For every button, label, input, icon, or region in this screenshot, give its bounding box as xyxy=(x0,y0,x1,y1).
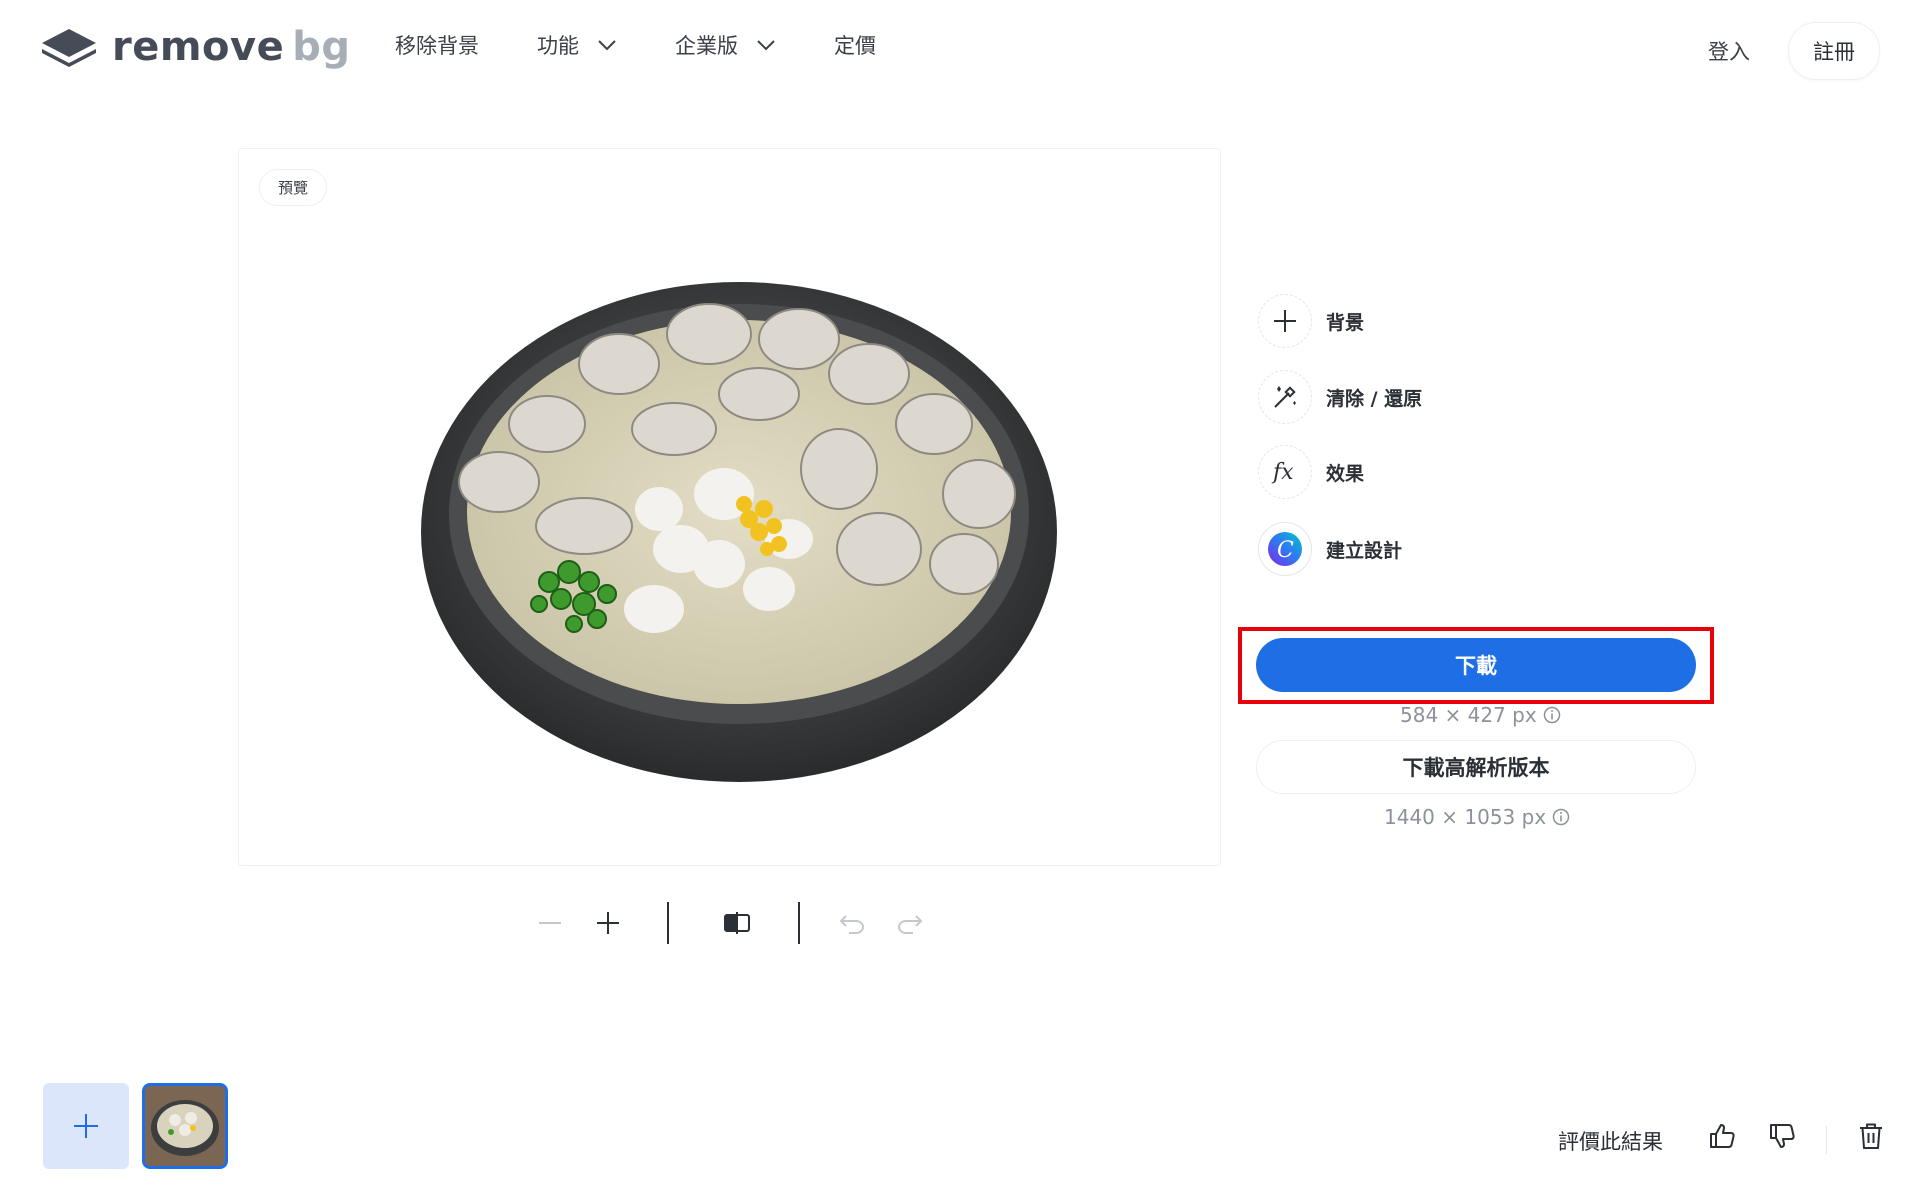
dimensions-text: 584 × 427 px xyxy=(1400,703,1537,727)
dimensions-text: 1440 × 1053 px xyxy=(1384,805,1547,829)
main-nav: 移除背景 功能 企業版 定價 xyxy=(395,30,934,60)
add-image-button[interactable] xyxy=(43,1083,129,1169)
nav-label: 移除背景 xyxy=(395,34,479,58)
trash-icon xyxy=(1860,1123,1882,1149)
plus-icon xyxy=(1274,310,1296,332)
plus-icon xyxy=(74,1114,98,1138)
login-link[interactable]: 登入 xyxy=(1708,36,1750,66)
nav-remove-background[interactable]: 移除背景 xyxy=(395,30,479,60)
zoom-in-icon xyxy=(597,912,619,934)
delete-button[interactable] xyxy=(1858,1122,1884,1150)
nav-label: 企業版 xyxy=(675,34,738,58)
info-icon[interactable] xyxy=(1552,808,1570,826)
download-button[interactable]: 下載 xyxy=(1256,638,1696,692)
undo-button[interactable] xyxy=(832,898,872,948)
chevron-down-icon xyxy=(757,40,775,51)
compare-button[interactable] xyxy=(712,898,762,948)
nav-features[interactable]: 功能 xyxy=(537,30,617,60)
toolbar-divider xyxy=(667,902,669,944)
top-navbar: remove bg 移除背景 功能 企業版 定價 登入 註冊 xyxy=(0,0,1920,100)
result-image xyxy=(421,282,1057,782)
download-dimensions: 584 × 427 px xyxy=(1400,703,1561,727)
tool-label: 清除 / 還原 xyxy=(1326,387,1423,410)
download-hd-button[interactable]: 下載高解析版本 xyxy=(1256,740,1696,794)
tool-background[interactable]: 背景 xyxy=(1258,294,1364,348)
redo-button[interactable] xyxy=(890,898,930,948)
footer-divider xyxy=(1826,1126,1827,1154)
tool-icon-wrap: C xyxy=(1258,522,1312,576)
nav-enterprise[interactable]: 企業版 xyxy=(675,30,776,60)
nav-label: 功能 xyxy=(537,34,579,58)
zoom-out-button[interactable] xyxy=(530,898,570,948)
logo-icon xyxy=(42,29,96,67)
preview-badge: 預覽 xyxy=(259,169,328,206)
redo-icon xyxy=(898,915,923,934)
toolbar-divider xyxy=(798,902,800,944)
logo-text: remove bg xyxy=(112,24,351,70)
nav-label: 定價 xyxy=(834,34,876,58)
svg-text:C: C xyxy=(1277,538,1294,563)
tool-effects[interactable]: fx 效果 xyxy=(1258,445,1364,499)
zoom-out-icon xyxy=(539,922,561,924)
rate-result-label: 評價此結果 xyxy=(1558,1130,1663,1154)
tool-label: 背景 xyxy=(1326,311,1365,334)
tool-icon-wrap xyxy=(1258,294,1312,348)
thumbs-down-icon xyxy=(1770,1124,1795,1148)
tool-label: 建立設計 xyxy=(1326,539,1403,562)
canvas-toolbar xyxy=(520,898,940,948)
account-actions: 登入 註冊 xyxy=(1708,22,1880,80)
tool-icon-wrap: fx xyxy=(1258,445,1312,499)
tool-erase-restore[interactable]: 清除 / 還原 xyxy=(1258,370,1422,424)
chevron-down-icon xyxy=(598,40,616,51)
zoom-in-button[interactable] xyxy=(588,898,628,948)
thumbs-up-button[interactable] xyxy=(1708,1122,1736,1150)
preview-canvas[interactable]: 預覽 xyxy=(238,148,1221,866)
image-thumbnail[interactable] xyxy=(142,1083,228,1169)
fx-icon: fx xyxy=(1271,460,1294,485)
thumbs-down-button[interactable] xyxy=(1768,1122,1796,1150)
hd-dimensions: 1440 × 1053 px xyxy=(1384,805,1570,829)
nav-pricing[interactable]: 定價 xyxy=(834,30,876,60)
thumbnail-image xyxy=(145,1086,225,1166)
svg-text:fx: fx xyxy=(1271,460,1294,485)
signup-button[interactable]: 註冊 xyxy=(1788,22,1880,80)
thumbs-up-icon xyxy=(1710,1124,1735,1148)
canva-icon: C xyxy=(1268,532,1302,566)
undo-icon xyxy=(839,915,864,934)
tool-create-design[interactable]: C 建立設計 xyxy=(1258,522,1402,576)
tool-label: 效果 xyxy=(1326,462,1365,485)
logo[interactable]: remove bg xyxy=(40,24,350,70)
magic-wand-icon xyxy=(1274,386,1296,408)
info-icon[interactable] xyxy=(1543,706,1561,724)
tool-icon-wrap xyxy=(1258,370,1312,424)
compare-icon xyxy=(724,912,750,934)
